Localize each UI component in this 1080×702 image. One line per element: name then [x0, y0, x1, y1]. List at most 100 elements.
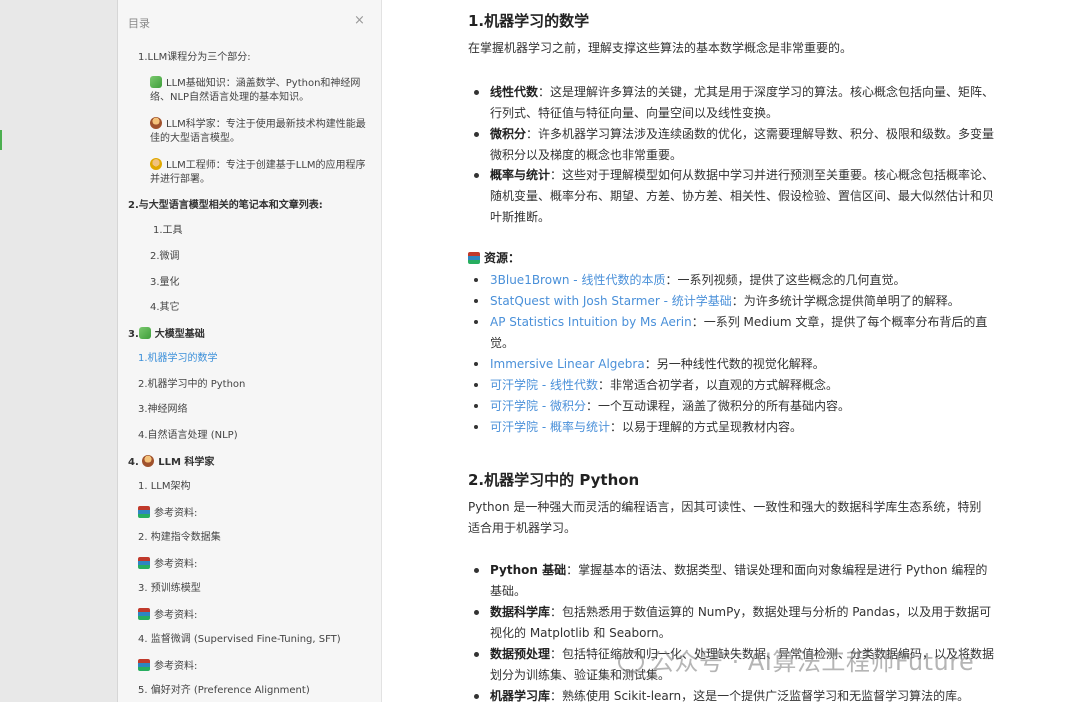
resource-desc: ：非常适合初学者，以直观的方式解释概念。 — [597, 378, 838, 392]
toc-item-label: 4. 监督微调 (Supervised Fine-Tuning, SFT) — [138, 634, 341, 645]
resource-item: 3Blue1Brown - 线性代数的本质：一系列视频，提供了这些概念的几何直觉… — [474, 270, 995, 291]
toc-item[interactable]: 4.其它 — [150, 301, 180, 315]
toc-item[interactable]: 参考资料: — [138, 557, 197, 572]
toc-item-label: 4.自然语言处理 (NLP) — [138, 430, 238, 441]
toc-item-active[interactable]: 1.机器学习的数学 — [138, 352, 218, 366]
list-item-term: Python 基础 — [490, 563, 567, 577]
section-heading: 2.机器学习中的 Python — [468, 471, 640, 489]
list-item: 机器学习库：熟练使用 Scikit-learn，这是一个提供广泛监督学习和无监督… — [474, 686, 995, 702]
list-item: Python 基础：掌握基本的语法、数据类型、错误处理和面向对象编程是进行 Py… — [474, 560, 995, 602]
resources-label-text: 资源： — [484, 251, 521, 265]
books-icon — [138, 608, 150, 620]
list-item: 微积分：许多机器学习算法涉及连续函数的优化，这需要理解导数、积分、极限和级数。多… — [474, 124, 995, 166]
list-item-term: 微积分 — [490, 127, 527, 141]
toc-item[interactable]: 2.微调 — [150, 250, 180, 264]
toc-item[interactable]: 4. 监督微调 (Supervised Fine-Tuning, SFT) — [138, 633, 341, 647]
toc-item[interactable]: 5. 偏好对齐 (Preference Alignment) — [138, 684, 310, 698]
toc-item-prefix: 3. — [128, 329, 139, 340]
toc-item[interactable]: 1. LLM架构 — [138, 480, 191, 494]
list-item-term: 机器学习库 — [490, 689, 551, 702]
toc-item[interactable]: 参考资料: — [138, 608, 197, 623]
toc-item-label: 参考资料: — [154, 661, 198, 672]
toc-item[interactable]: 参考资料: — [138, 506, 197, 521]
books-icon — [138, 659, 150, 671]
toc-item-label: 大模型基础 — [154, 329, 205, 340]
resource-link[interactable]: 3Blue1Brown - 线性代数的本质 — [490, 273, 665, 287]
list-item: 数据科学库：包括熟悉用于数值运算的 NumPy，数据处理与分析的 Pandas，… — [474, 602, 995, 644]
toc-item-label: 参考资料: — [154, 559, 198, 570]
list-item-term: 线性代数 — [490, 85, 539, 99]
list-item-text: ：包括熟悉用于数值运算的 NumPy，数据处理与分析的 Pandas，以及用于数… — [490, 605, 992, 640]
toc-item-label: 1.LLM课程分为三个部分: — [138, 52, 251, 63]
toc-item[interactable]: LLM工程师：专注于创建基于LLM的应用程序并进行部署。 — [150, 158, 372, 187]
paragraph: 在掌握机器学习之前，理解支撑这些算法的基本数学概念是非常重要的。 — [468, 41, 853, 55]
toc-item-label: 2.机器学习中的 Python — [138, 379, 246, 390]
resource-link[interactable]: Immersive Linear Algebra — [490, 357, 645, 371]
resource-item: StatQuest with Josh Starmer - 统计学基础：为许多统… — [474, 291, 995, 312]
toc-item[interactable]: 3. 预训练模型 — [138, 582, 201, 596]
resource-item: AP Statistics Intuition by Ms Aerin：一系列 … — [474, 312, 995, 354]
toc-item-label: 参考资料: — [154, 610, 198, 621]
resource-desc: ：为许多统计学概念提供简单明了的解释。 — [731, 294, 960, 308]
toc-item[interactable]: 1.工具 — [153, 224, 183, 238]
books-icon — [138, 557, 150, 569]
list-item: 概率与统计：这些对于理解模型如何从数据中学习并进行预测至关重要。核心概念包括概率… — [474, 165, 995, 228]
engineer-icon — [150, 158, 162, 170]
scientist-icon — [150, 117, 162, 129]
window-edge-panel — [0, 0, 118, 702]
toc-item[interactable]: 4. LLM 科学家 — [128, 455, 214, 470]
list-item: 线性代数：这是理解许多算法的关键，尤其是用于深度学习的算法。核心概念包括向量、矩… — [474, 82, 995, 124]
toc-item-label: 1.工具 — [153, 225, 183, 236]
list-item-text: ：熟练使用 Scikit-learn，这是一个提供广泛监督学习和无监督学习算法的… — [550, 689, 970, 702]
toc-item-label: LLM 科学家 — [158, 457, 215, 468]
list-item-text: ：许多机器学习算法涉及连续函数的优化，这需要理解导数、积分、极限和级数。多变量微… — [490, 127, 995, 162]
toc-item[interactable]: 参考资料: — [138, 659, 197, 674]
toc-item-label: 1.机器学习的数学 — [138, 353, 218, 364]
list-item-term: 概率与统计 — [490, 168, 551, 182]
toc-item-label: 2.与大型语言模型相关的笔记本和文章列表: — [128, 200, 323, 211]
toc-item[interactable]: 2. 构建指令数据集 — [138, 531, 221, 545]
resource-item: Immersive Linear Algebra：另一种线性代数的视觉化解释。 — [474, 354, 995, 375]
resource-item: 可汗学院 - 微积分：一个互动课程，涵盖了微积分的所有基础内容。 — [474, 396, 995, 417]
toc-item[interactable]: 3.神经网络 — [138, 403, 188, 417]
resource-link[interactable]: 可汗学院 - 微积分 — [490, 399, 586, 413]
toc-item[interactable]: 4.自然语言处理 (NLP) — [138, 429, 238, 443]
toc-item[interactable]: LLM科学家：专注于使用最新技术构建性能最佳的大型语言模型。 — [150, 117, 372, 146]
scientist-icon — [142, 455, 155, 467]
toc-item-label: 3.量化 — [150, 277, 180, 288]
watermark: 公众号 · AI算法工程师Future — [618, 642, 974, 677]
edge-marker — [0, 130, 2, 150]
resource-link[interactable]: 可汗学院 - 概率与统计 — [490, 420, 610, 434]
article-content: 1.机器学习的数学 在掌握机器学习之前，理解支撑这些算法的基本数学概念是非常重要… — [383, 0, 1080, 702]
toc-item[interactable]: 2.与大型语言模型相关的笔记本和文章列表: — [128, 199, 323, 213]
close-icon[interactable]: × — [354, 13, 365, 28]
resource-item: 可汗学院 - 线性代数：非常适合初学者，以直观的方式解释概念。 — [474, 375, 995, 396]
toc-item-label: LLM科学家：专注于使用最新技术构建性能最佳的大型语言模型。 — [150, 119, 366, 144]
toc-item[interactable]: LLM基础知识：涵盖数学、Python和神经网络、NLP自然语言处理的基本知识。 — [150, 76, 372, 105]
resource-desc: ：一系列视频，提供了这些概念的几何直觉。 — [665, 273, 906, 287]
toc-title: 目录 — [128, 17, 150, 30]
resource-desc: ：一个互动课程，涵盖了微积分的所有基础内容。 — [585, 399, 850, 413]
puzzle-icon — [150, 76, 162, 88]
resource-link[interactable]: AP Statistics Intuition by Ms Aerin — [490, 315, 692, 329]
toc-item[interactable]: 3. 大模型基础 — [128, 327, 205, 342]
toc-item-label: 3.神经网络 — [138, 404, 188, 415]
toc-sidebar: 目录 × 1.LLM课程分为三个部分: LLM基础知识：涵盖数学、Python和… — [118, 0, 382, 702]
toc-item-label: 2. 构建指令数据集 — [138, 532, 221, 543]
resource-item: 可汗学院 - 概率与统计：以易于理解的方式呈现教材内容。 — [474, 417, 995, 438]
list-item-term: 数据科学库 — [490, 605, 551, 619]
resource-link[interactable]: 可汗学院 - 线性代数 — [490, 378, 598, 392]
toc-item[interactable]: 1.LLM课程分为三个部分: — [138, 51, 251, 65]
resource-link[interactable]: StatQuest with Josh Starmer - 统计学基础 — [490, 294, 732, 308]
toc-item-label: 参考资料: — [154, 508, 198, 519]
list-item-term: 数据预处理 — [490, 647, 551, 661]
toc-item[interactable]: 2.机器学习中的 Python — [138, 378, 245, 392]
resource-desc: ：以易于理解的方式呈现教材内容。 — [609, 420, 802, 434]
paragraph: Python 是一种强大而灵活的编程语言，因其可读性、一致性和强大的数据科学库生… — [468, 500, 982, 535]
toc-item[interactable]: 3.量化 — [150, 276, 180, 290]
section-heading: 1.机器学习的数学 — [468, 12, 590, 30]
toc-item-label: 5. 偏好对齐 (Preference Alignment) — [138, 685, 310, 696]
watermark-text: 公众号 · AI算法工程师Future — [650, 648, 975, 676]
toc-item-label: 2.微调 — [150, 251, 180, 262]
toc-item-prefix: 4. — [128, 457, 139, 468]
